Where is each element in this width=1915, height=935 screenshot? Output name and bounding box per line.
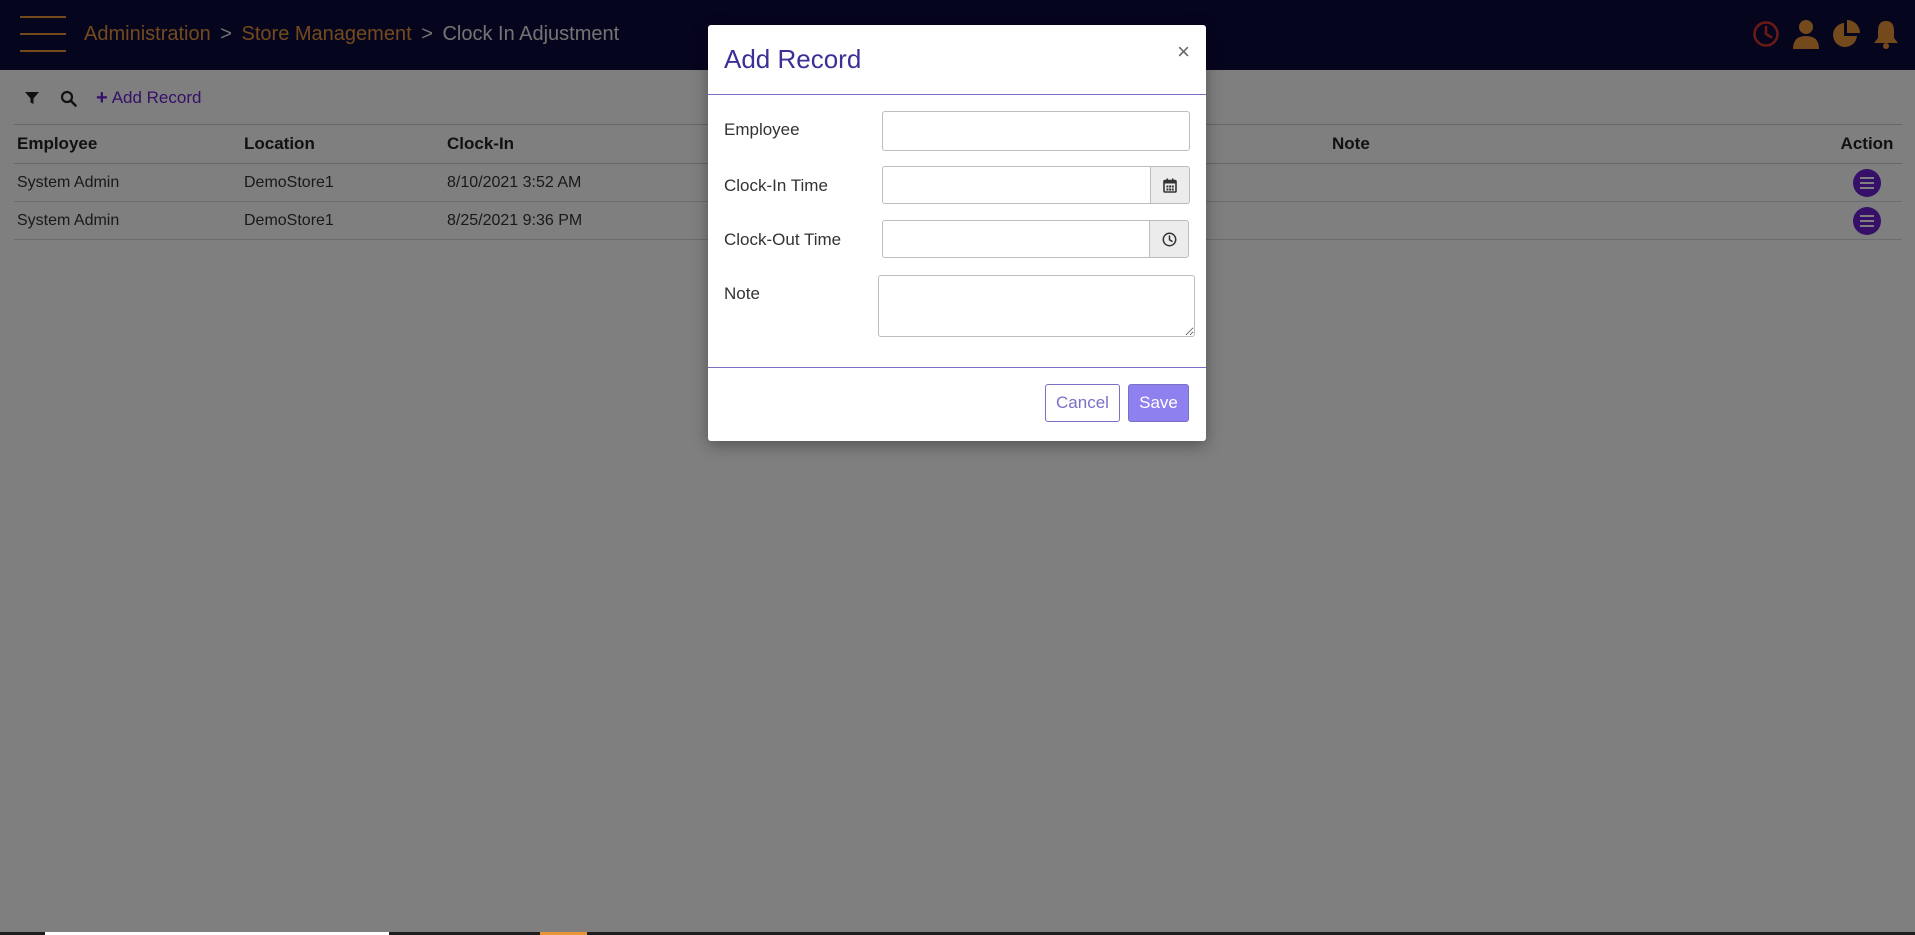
clock-icon[interactable] xyxy=(1149,220,1189,258)
add-record-dialog: Add Record × Employee Clock-In Time Cloc… xyxy=(708,25,1206,441)
modal-body: Employee Clock-In Time Clock-Out Time No… xyxy=(708,95,1206,368)
employee-field[interactable] xyxy=(882,111,1190,151)
modal-title: Add Record xyxy=(724,44,862,74)
close-icon[interactable]: × xyxy=(1177,39,1190,65)
clock-in-time-label: Clock-In Time xyxy=(724,176,828,195)
note-label: Note xyxy=(724,284,760,303)
modal-header: Add Record × xyxy=(708,25,1206,95)
save-button[interactable]: Save xyxy=(1128,384,1189,422)
employee-label: Employee xyxy=(724,120,800,139)
clock-out-time-field[interactable] xyxy=(882,220,1150,258)
clock-in-time-field[interactable] xyxy=(882,166,1151,204)
cancel-button[interactable]: Cancel xyxy=(1045,384,1120,422)
clock-out-time-label: Clock-Out Time xyxy=(724,230,842,249)
modal-footer: Cancel Save xyxy=(708,368,1206,440)
note-field[interactable] xyxy=(878,275,1195,337)
calendar-icon[interactable] xyxy=(1150,166,1190,204)
